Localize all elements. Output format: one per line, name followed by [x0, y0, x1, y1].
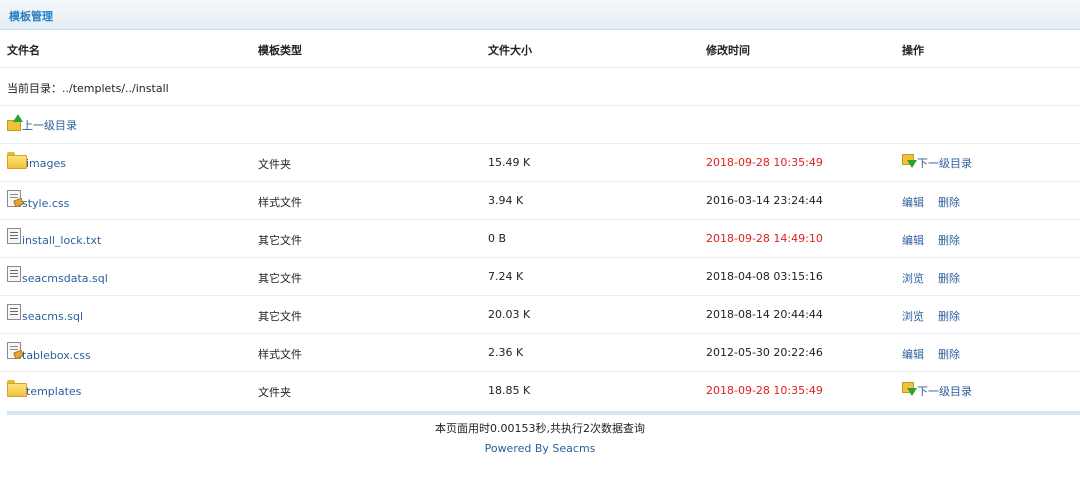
- col-actions: 操作: [902, 44, 924, 57]
- text-file-icon: [7, 304, 21, 320]
- file-name-link[interactable]: seacms.sql: [7, 304, 83, 323]
- delete-link[interactable]: 删除: [938, 196, 960, 209]
- parent-dir-label[interactable]: 上一级目录: [22, 117, 77, 133]
- file-size: 3.94 K: [488, 194, 524, 207]
- file-time: 2018-08-14 20:44:44: [706, 308, 823, 321]
- file-size: 20.03 K: [488, 308, 531, 321]
- file-name-link[interactable]: tablebox.css: [7, 342, 91, 362]
- panel-header: 模板管理: [0, 0, 1080, 30]
- text-file-icon: [7, 266, 21, 282]
- col-filename: 文件名: [7, 44, 40, 57]
- current-dir-row: 当前目录：../templets/../install: [0, 68, 1080, 106]
- file-type: 文件夹: [258, 386, 291, 399]
- current-dir-text: 当前目录：../templets/../install: [7, 82, 169, 95]
- file-name[interactable]: seacmsdata.sql: [22, 272, 108, 285]
- file-type: 样式文件: [258, 196, 302, 209]
- file-type: 其它文件: [258, 272, 302, 285]
- table-row: tablebox.css 样式文件 2.36 K 2012-05-30 20:2…: [0, 334, 1080, 372]
- row-actions: 浏览 删除: [902, 308, 974, 324]
- subdir-link[interactable]: 下一级目录: [902, 380, 972, 399]
- delete-link[interactable]: 删除: [938, 234, 960, 247]
- file-size: 7.24 K: [488, 270, 524, 283]
- col-modified-time: 修改时间: [706, 44, 750, 57]
- parent-dir-row[interactable]: 上一级目录: [0, 106, 1080, 144]
- file-time: 2016-03-14 23:24:44: [706, 194, 823, 207]
- up-folder-icon: [7, 114, 23, 131]
- file-name[interactable]: templates: [26, 385, 81, 398]
- file-type: 其它文件: [258, 310, 302, 323]
- delete-link[interactable]: 删除: [938, 272, 960, 285]
- edit-link[interactable]: 编辑: [902, 196, 924, 209]
- table-row: seacms.sql 其它文件 20.03 K 2018-08-14 20:44…: [0, 296, 1080, 334]
- edit-link[interactable]: 编辑: [902, 348, 924, 361]
- table-row: seacmsdata.sql 其它文件 7.24 K 2018-04-08 03…: [0, 258, 1080, 296]
- file-time: 2018-09-28 14:49:10: [706, 232, 823, 245]
- text-file-icon: [7, 228, 21, 244]
- col-template-type: 模板类型: [258, 44, 302, 57]
- table-row: install_lock.txt 其它文件 0 B 2018-09-28 14:…: [0, 220, 1080, 258]
- col-file-size: 文件大小: [488, 44, 532, 57]
- down-folder-icon: [902, 382, 917, 396]
- file-size: 0 B: [488, 232, 507, 245]
- css-file-icon: [7, 342, 24, 360]
- file-name-link[interactable]: templates: [7, 380, 81, 398]
- file-size: 18.85 K: [488, 384, 531, 397]
- file-time: 2012-05-30 20:22:46: [706, 346, 823, 359]
- row-actions: 编辑 删除: [902, 194, 974, 210]
- subdir-label[interactable]: 下一级目录: [917, 155, 972, 171]
- panel-title: 模板管理: [9, 10, 53, 23]
- subdir-label[interactable]: 下一级目录: [917, 383, 972, 399]
- file-name[interactable]: install_lock.txt: [22, 234, 101, 247]
- footer-powered-by[interactable]: Powered By Seacms: [0, 442, 1080, 455]
- table-row: images 文件夹 15.49 K 2018-09-28 10:35:49 下…: [0, 144, 1080, 182]
- file-type: 文件夹: [258, 158, 291, 171]
- table-header: 文件名 模板类型 文件大小 修改时间 操作: [0, 30, 1080, 68]
- file-time: 2018-09-28 10:35:49: [706, 384, 823, 397]
- edit-link[interactable]: 编辑: [902, 234, 924, 247]
- folder-icon: [7, 380, 27, 397]
- down-folder-icon: [902, 154, 917, 168]
- file-name-link[interactable]: images: [7, 152, 66, 170]
- browse-link[interactable]: 浏览: [902, 310, 924, 323]
- subdir-link[interactable]: 下一级目录: [902, 152, 972, 171]
- table-bottom-border: [7, 411, 1080, 415]
- delete-link[interactable]: 删除: [938, 348, 960, 361]
- file-name-link[interactable]: seacmsdata.sql: [7, 266, 108, 285]
- file-name-link[interactable]: install_lock.txt: [7, 228, 101, 247]
- file-time: 2018-04-08 03:15:16: [706, 270, 823, 283]
- row-actions: 浏览 删除: [902, 270, 974, 286]
- table-row: style.css 样式文件 3.94 K 2016-03-14 23:24:4…: [0, 182, 1080, 220]
- css-file-icon: [7, 190, 24, 208]
- file-name[interactable]: images: [26, 157, 66, 170]
- file-name[interactable]: style.css: [22, 197, 69, 210]
- footer-stats: 本页面用时0.00153秒,共执行2次数据查询: [435, 422, 645, 435]
- file-type: 样式文件: [258, 348, 302, 361]
- file-size: 2.36 K: [488, 346, 524, 359]
- file-name-link[interactable]: style.css: [7, 190, 69, 210]
- browse-link[interactable]: 浏览: [902, 272, 924, 285]
- row-actions: 编辑 删除: [902, 346, 974, 362]
- file-name[interactable]: tablebox.css: [22, 349, 91, 362]
- folder-icon: [7, 152, 27, 169]
- table-row: templates 文件夹 18.85 K 2018-09-28 10:35:4…: [0, 372, 1080, 410]
- row-actions: 编辑 删除: [902, 232, 974, 248]
- file-time: 2018-09-28 10:35:49: [706, 156, 823, 169]
- file-size: 15.49 K: [488, 156, 531, 169]
- file-name[interactable]: seacms.sql: [22, 310, 83, 323]
- file-type: 其它文件: [258, 234, 302, 247]
- parent-dir-link[interactable]: 上一级目录: [7, 114, 77, 133]
- delete-link[interactable]: 删除: [938, 310, 960, 323]
